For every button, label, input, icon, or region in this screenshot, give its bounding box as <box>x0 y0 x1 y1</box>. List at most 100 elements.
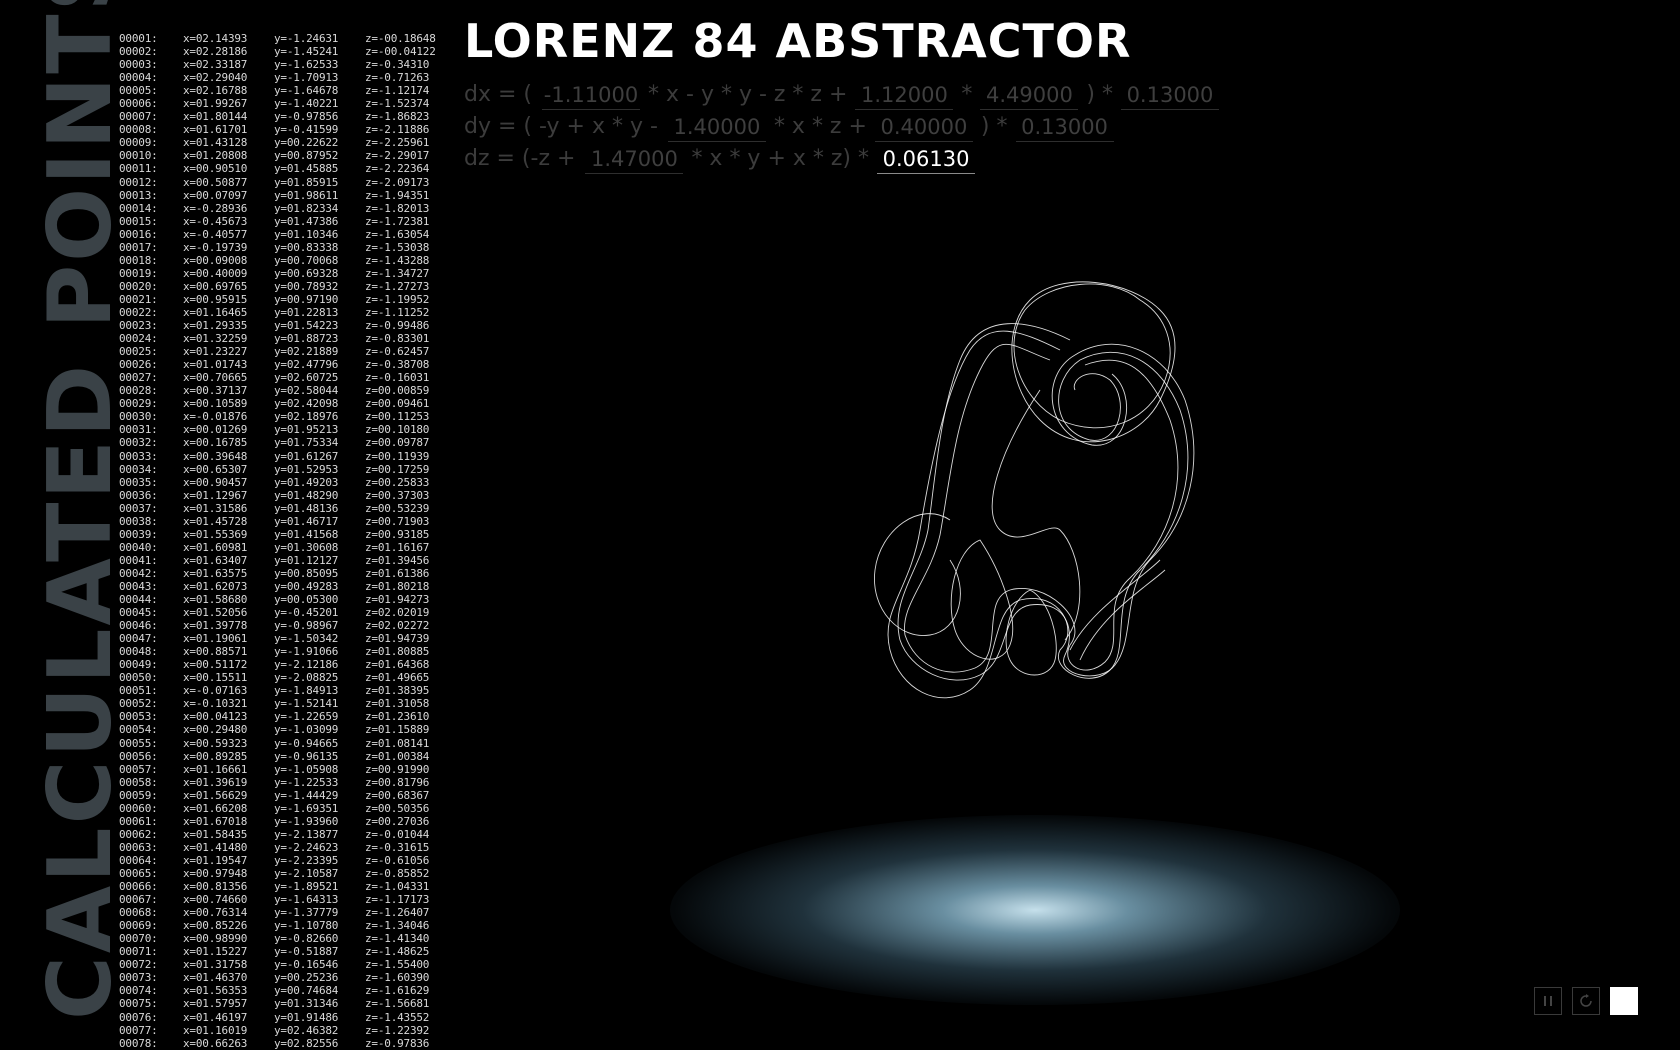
equation-dz-label: dz = (-z + <box>464 146 576 171</box>
dx-param-4-input[interactable] <box>1120 80 1219 110</box>
point-row: 00067: x=00.74660 y=-1.64313 z=-1.17173 <box>119 893 439 906</box>
point-index: 00018: <box>119 253 158 267</box>
point-x: x=01.01743 <box>183 358 248 372</box>
point-row: 00058: x=01.39619 y=-1.22533 z=00.81796 <box>119 776 439 789</box>
point-row: 00013: x=00.07097 y=01.98611 z=-1.94351 <box>119 189 439 202</box>
point-y: y=-0.41599 <box>274 123 339 137</box>
point-z: z=-1.48625 <box>365 945 430 959</box>
point-z: z=01.38395 <box>365 684 430 698</box>
dx-param-3-input[interactable] <box>980 80 1079 110</box>
point-z: z=-00.04122 <box>365 45 436 59</box>
point-row: 00024: x=01.32259 y=01.88723 z=-0.83301 <box>119 332 439 345</box>
point-x: x=00.40009 <box>183 266 248 280</box>
point-z: z=00.00859 <box>365 384 430 398</box>
point-x: x=01.19547 <box>183 853 248 867</box>
point-index: 00066: <box>119 880 158 894</box>
point-z: z=-2.25961 <box>365 136 430 150</box>
point-y: y=01.31346 <box>274 997 339 1011</box>
color-swatch-button[interactable] <box>1610 987 1638 1015</box>
point-x: x=01.61701 <box>183 123 248 137</box>
point-z: z=-0.38708 <box>365 358 430 372</box>
point-index: 00040: <box>119 540 158 554</box>
point-z: z=-0.61056 <box>365 853 430 867</box>
point-row: 00033: x=00.39648 y=01.61267 z=00.11939 <box>119 450 439 463</box>
attractor-canvas[interactable] <box>860 270 1280 740</box>
point-x: x=00.59323 <box>183 736 248 750</box>
point-z: z=01.64368 <box>365 658 430 672</box>
point-y: y=02.46382 <box>274 1023 339 1037</box>
point-x: x=00.69765 <box>183 279 248 293</box>
point-x: x=01.55369 <box>183 527 248 541</box>
point-x: x=00.39648 <box>183 449 248 463</box>
dy-param-2-input[interactable] <box>874 112 973 142</box>
point-x: x=01.29335 <box>183 319 248 333</box>
point-z: z=-1.43288 <box>365 253 430 267</box>
point-x: x=00.88571 <box>183 645 248 659</box>
point-y: y=-0.45201 <box>274 606 339 620</box>
point-index: 00060: <box>119 801 158 815</box>
pause-button[interactable] <box>1534 987 1562 1015</box>
point-y: y=01.46717 <box>274 514 339 528</box>
point-index: 00004: <box>119 71 158 85</box>
dy-param-1-input[interactable] <box>667 112 766 142</box>
point-z: z=00.91990 <box>365 762 430 776</box>
attractor-trail <box>874 513 961 636</box>
point-index: 00027: <box>119 371 158 385</box>
point-row: 00023: x=01.29335 y=01.54223 z=-0.99486 <box>119 319 439 332</box>
calculated-points-list: 00001: x=02.14393 y=-1.24631 z=-00.18648 000… <box>119 32 439 1050</box>
point-row: 00002: x=02.28186 y=-1.45241 z=-00.04122 <box>119 45 439 58</box>
point-z: z=-00.18648 <box>365 32 436 45</box>
point-y: y=02.21889 <box>274 345 339 359</box>
point-z: z=-1.94351 <box>365 188 430 202</box>
point-row: 00051: x=-0.07163 y=-1.84913 z=01.38395 <box>119 684 439 697</box>
point-index: 00056: <box>119 749 158 763</box>
point-y: y=01.10346 <box>274 227 339 241</box>
point-y: y=-0.51887 <box>274 945 339 959</box>
point-y: y=02.47796 <box>274 358 339 372</box>
point-index: 00033: <box>119 449 158 463</box>
point-row: 00060: x=01.66208 y=-1.69351 z=00.50356 <box>119 802 439 815</box>
point-z: z=-1.43552 <box>365 1010 430 1024</box>
dx-param-2-input[interactable] <box>855 80 954 110</box>
dz-param-2-input[interactable] <box>877 144 976 174</box>
point-index: 00061: <box>119 814 158 828</box>
point-index: 00057: <box>119 762 158 776</box>
reset-button[interactable] <box>1572 987 1600 1015</box>
point-z: z=00.09787 <box>365 436 430 450</box>
point-y: y=-1.03099 <box>274 723 339 737</box>
point-z: z=-0.99486 <box>365 319 430 333</box>
point-row: 00042: x=01.63575 y=00.85095 z=01.61386 <box>119 567 439 580</box>
point-z: z=01.80218 <box>365 579 430 593</box>
equation-dy-label: dy = ( -y + x * y - <box>464 114 658 139</box>
point-y: y=00.25236 <box>274 971 339 985</box>
point-z: z=-0.31615 <box>365 840 430 854</box>
point-z: z=02.02272 <box>365 619 430 633</box>
point-x: x=01.60981 <box>183 540 248 554</box>
point-row: 00041: x=01.63407 y=01.12127 z=01.39456 <box>119 554 439 567</box>
reset-icon <box>1580 994 1592 1007</box>
point-x: x=00.95915 <box>183 292 248 306</box>
dy-param-3-input[interactable] <box>1015 112 1114 142</box>
point-y: y=-1.84913 <box>274 684 339 698</box>
point-row: 00075: x=01.57957 y=01.31346 z=-1.56681 <box>119 997 439 1010</box>
point-row: 00001: x=02.14393 y=-1.24631 z=-00.18648 <box>119 32 439 45</box>
point-x: x=02.14393 <box>183 32 248 45</box>
point-z: z=00.68367 <box>365 788 430 802</box>
point-index: 00016: <box>119 227 158 241</box>
point-y: y=01.54223 <box>274 319 339 333</box>
point-z: z=-0.83301 <box>365 332 430 346</box>
point-row: 00039: x=01.55369 y=01.41568 z=00.93185 <box>119 528 439 541</box>
dz-param-1-input[interactable] <box>585 144 684 174</box>
point-index: 00076: <box>119 1010 158 1024</box>
point-index: 00047: <box>119 632 158 646</box>
point-x: x=01.32259 <box>183 332 248 346</box>
point-x: x=00.29480 <box>183 723 248 737</box>
point-x: x=-0.07163 <box>183 684 248 698</box>
dx-param-1-input[interactable] <box>542 80 640 110</box>
point-row: 00068: x=00.76314 y=-1.37779 z=-1.26407 <box>119 906 439 919</box>
point-z: z=01.15889 <box>365 723 430 737</box>
point-y: y=-1.91066 <box>274 645 339 659</box>
point-x: x=01.41480 <box>183 840 248 854</box>
point-index: 00041: <box>119 553 158 567</box>
point-z: z=01.23610 <box>365 710 430 724</box>
